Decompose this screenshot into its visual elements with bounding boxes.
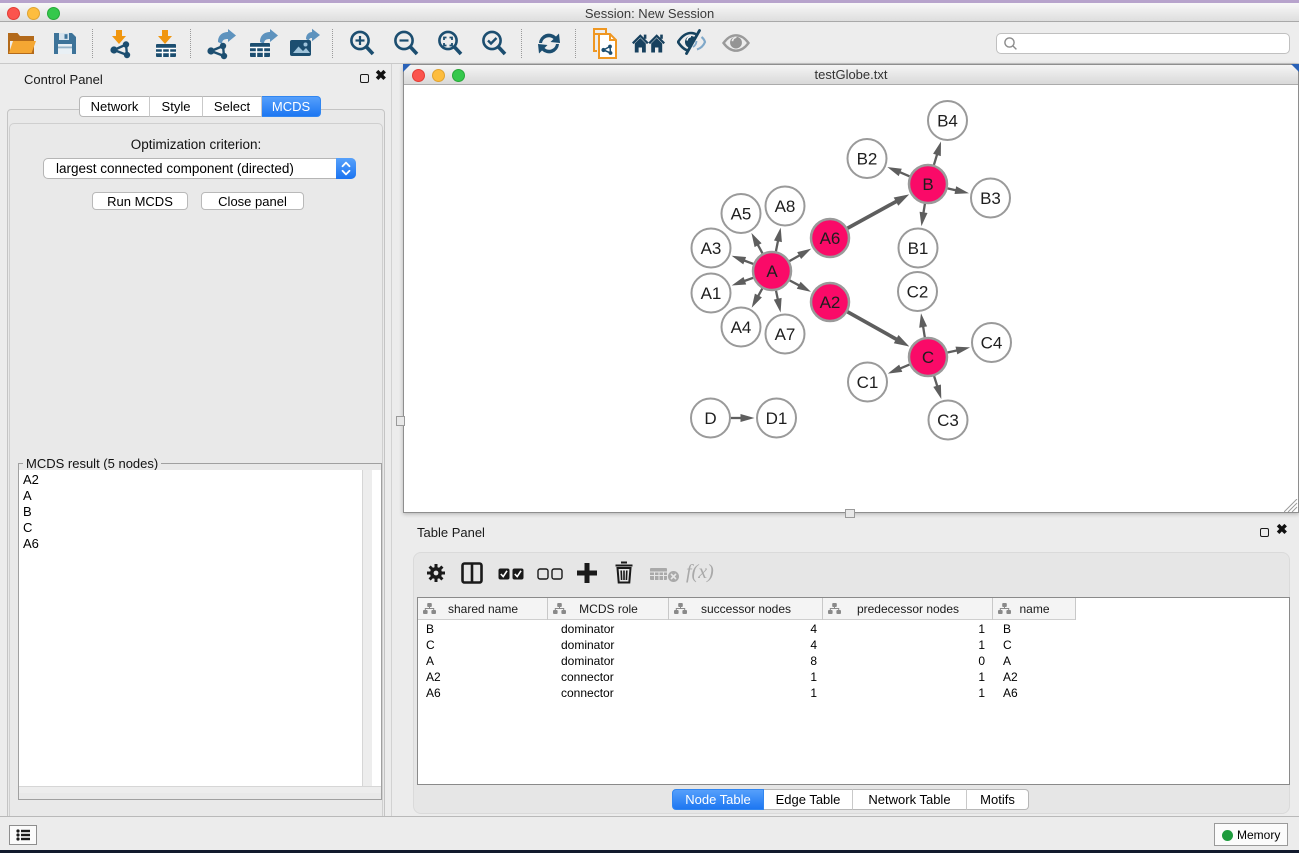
svg-text:C3: C3 — [937, 411, 959, 430]
svg-text:A1: A1 — [701, 284, 722, 303]
svg-text:D1: D1 — [766, 409, 788, 428]
svg-text:B3: B3 — [980, 189, 1001, 208]
svg-text:B2: B2 — [857, 150, 878, 169]
svg-text:A2: A2 — [820, 293, 841, 312]
svg-text:A8: A8 — [775, 197, 796, 216]
svg-text:D: D — [704, 409, 716, 428]
svg-text:A4: A4 — [731, 318, 752, 337]
svg-text:B4: B4 — [937, 112, 958, 131]
svg-text:C4: C4 — [981, 334, 1003, 353]
svg-text:B1: B1 — [908, 239, 929, 258]
svg-text:C1: C1 — [857, 373, 879, 392]
svg-text:C2: C2 — [907, 283, 929, 302]
svg-text:A: A — [766, 262, 778, 281]
svg-text:C: C — [922, 348, 934, 367]
svg-text:A6: A6 — [820, 229, 841, 248]
svg-text:A5: A5 — [731, 205, 752, 224]
svg-text:B: B — [922, 175, 933, 194]
svg-text:A7: A7 — [775, 325, 796, 344]
svg-text:A3: A3 — [701, 239, 722, 258]
